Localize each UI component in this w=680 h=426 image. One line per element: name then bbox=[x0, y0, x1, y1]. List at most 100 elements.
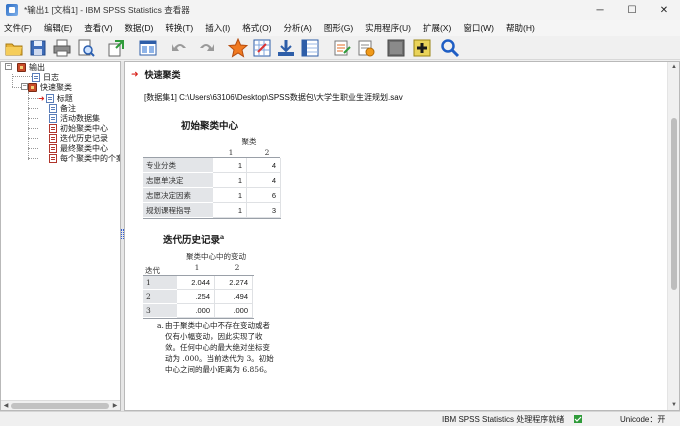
row-label: 志愿决定因素 bbox=[143, 188, 213, 203]
row-label: 1 bbox=[143, 276, 177, 290]
col-header-1: 1 bbox=[194, 263, 200, 272]
outline-pane[interactable]: − 输出 日志 − 快速聚类 ➜ 标题 备注 活动数据集 初始聚类中心 迭代历史… bbox=[0, 61, 121, 411]
row-label: 专业分类 bbox=[143, 158, 213, 173]
tree-item-iteration-history[interactable]: 迭代历史记录 bbox=[49, 133, 108, 143]
toolbar bbox=[0, 36, 680, 60]
tree-item-notes[interactable]: 备注 bbox=[49, 103, 76, 113]
output-pane[interactable]: ➜ 快速聚类 [数据集1] C:\Users\63106\Desktop\SPS… bbox=[124, 61, 680, 411]
output-vertical-scrollbar[interactable]: ▲ ▼ bbox=[667, 62, 679, 410]
processor-ready-icon bbox=[574, 415, 582, 423]
table-cell: .494 bbox=[215, 290, 253, 304]
scroll-right-arrow-icon[interactable]: ▶ bbox=[110, 401, 120, 410]
tree-collapse-procedure[interactable]: − bbox=[21, 83, 28, 90]
tree-item-quick-cluster[interactable]: 快速聚类 bbox=[28, 82, 72, 92]
table-doc-icon bbox=[49, 133, 57, 143]
footnote-marker: a. bbox=[157, 321, 164, 330]
initial-centers-group-header: 聚类 bbox=[241, 137, 257, 146]
export-icon[interactable] bbox=[106, 38, 126, 58]
table-doc-icon bbox=[49, 143, 57, 153]
window-title: *输出1 [文档1] - IBM SPSS Statistics 查看器 bbox=[24, 5, 190, 15]
dataset-path: [数据集1] C:\Users\63106\Desktop\SPSS数据包\大学… bbox=[144, 93, 403, 102]
output-scroll-thumb[interactable] bbox=[671, 118, 677, 290]
row-label: 2 bbox=[143, 290, 177, 304]
menu-file[interactable]: 文件(F) bbox=[0, 22, 40, 34]
tree-item-cases-per-cluster[interactable]: 每个聚类中的个案 bbox=[49, 153, 121, 163]
procedure-book-icon bbox=[28, 82, 37, 92]
scroll-down-arrow-icon[interactable]: ▼ bbox=[669, 400, 679, 410]
table-cell: 4 bbox=[247, 173, 281, 188]
table-cell: 1 bbox=[213, 188, 247, 203]
menu-window[interactable]: 窗口(W) bbox=[459, 22, 502, 34]
menu-help[interactable]: 帮助(H) bbox=[502, 22, 543, 34]
tree-label: 每个聚类中的个案 bbox=[60, 153, 121, 163]
table-cell: 3 bbox=[247, 203, 281, 218]
tree-collapse-output[interactable]: − bbox=[5, 63, 12, 70]
table-cell: 2.274 bbox=[215, 276, 253, 290]
iteration-group-header: 聚类中心中的变动 bbox=[186, 252, 246, 261]
outline-scroll-thumb[interactable] bbox=[11, 403, 109, 409]
tree-item-log[interactable]: 日志 bbox=[32, 72, 59, 82]
goto-case-icon[interactable] bbox=[252, 38, 272, 58]
tree-item-final-centers[interactable]: 最终聚类中心 bbox=[49, 143, 108, 153]
table-doc-icon bbox=[49, 123, 57, 133]
table-cell: 2.044 bbox=[177, 276, 215, 290]
section-title: ➜ 快速聚类 bbox=[131, 68, 181, 81]
tree-item-initial-centers[interactable]: 初始聚类中心 bbox=[49, 123, 108, 133]
title-doc-icon bbox=[45, 93, 54, 103]
undo-icon[interactable] bbox=[170, 38, 190, 58]
tree-item-active-dataset[interactable]: 活动数据集 bbox=[49, 113, 100, 123]
table-cell: 6 bbox=[247, 188, 281, 203]
tree-item-output[interactable]: 输出 bbox=[17, 62, 45, 72]
table-cell: .254 bbox=[177, 290, 215, 304]
title-bar: *输出1 [文档1] - IBM SPSS Statistics 查看器 ─ ☐… bbox=[0, 0, 680, 20]
search-icon[interactable] bbox=[440, 38, 460, 58]
table-cell: 1 bbox=[213, 203, 247, 218]
menu-bar: 文件(F) 编辑(E) 查看(V) 数据(D) 转换(T) 插入(I) 格式(O… bbox=[0, 20, 680, 36]
footnote-text: 由于聚类中心中不存在变动或者仅有小幅变动，因此实现了收敛。任何中心的最大绝对坐标… bbox=[165, 321, 274, 374]
outline-horizontal-scrollbar[interactable]: ◀ ▶ bbox=[1, 400, 120, 410]
show-hide-icon[interactable] bbox=[386, 38, 406, 58]
menu-edit[interactable]: 编辑(E) bbox=[40, 22, 80, 34]
table-cell: 1 bbox=[213, 173, 247, 188]
create-title-icon[interactable] bbox=[332, 38, 352, 58]
footnote-superscript: a bbox=[220, 232, 225, 241]
status-message: IBM SPSS Statistics 处理程序就绪 bbox=[442, 415, 565, 424]
notes-doc-icon bbox=[49, 103, 57, 113]
save-icon[interactable] bbox=[28, 38, 48, 58]
tree-item-title[interactable]: ➜ 标题 bbox=[38, 93, 73, 103]
maximize-button[interactable]: ☐ bbox=[616, 0, 648, 20]
print-preview-icon[interactable] bbox=[76, 38, 96, 58]
log-doc-icon bbox=[32, 72, 40, 82]
menu-transform[interactable]: 转换(T) bbox=[161, 22, 201, 34]
row-label: 志愿单决定 bbox=[143, 173, 213, 188]
col-header-2: 2 bbox=[264, 148, 270, 157]
minimize-button[interactable]: ─ bbox=[584, 0, 616, 20]
menu-analyze[interactable]: 分析(A) bbox=[280, 22, 320, 34]
open-icon[interactable] bbox=[4, 38, 24, 58]
output-book-icon bbox=[17, 62, 26, 72]
redo-icon[interactable] bbox=[196, 38, 216, 58]
iteration-history-title[interactable]: 迭代历史记录a bbox=[163, 232, 224, 246]
close-button[interactable]: ✕ bbox=[648, 0, 680, 20]
add-output-icon[interactable] bbox=[412, 38, 432, 58]
status-bar: IBM SPSS Statistics 处理程序就绪 Unicode：开 bbox=[0, 411, 680, 426]
menu-format[interactable]: 格式(O) bbox=[238, 22, 279, 34]
print-icon[interactable] bbox=[52, 38, 72, 58]
insert-table-icon[interactable] bbox=[356, 38, 376, 58]
menu-extensions[interactable]: 扩展(X) bbox=[419, 22, 459, 34]
menu-insert[interactable]: 插入(I) bbox=[201, 22, 238, 34]
iteration-history-title-text: 迭代历史记录 bbox=[163, 235, 221, 246]
variables-icon[interactable] bbox=[300, 38, 320, 58]
menu-utilities[interactable]: 实用程序(U) bbox=[361, 22, 419, 34]
menu-view[interactable]: 查看(V) bbox=[80, 22, 120, 34]
scroll-left-arrow-icon[interactable]: ◀ bbox=[1, 401, 11, 410]
col-header-1: 1 bbox=[228, 148, 234, 157]
menu-graphs[interactable]: 图形(G) bbox=[320, 22, 361, 34]
goto-variable-icon[interactable] bbox=[276, 38, 296, 58]
unicode-status: Unicode：开 bbox=[620, 415, 666, 424]
menu-data[interactable]: 数据(D) bbox=[121, 22, 162, 34]
recall-dialog-icon[interactable] bbox=[138, 38, 158, 58]
goto-data-icon[interactable] bbox=[228, 38, 248, 58]
scroll-up-arrow-icon[interactable]: ▲ bbox=[669, 62, 679, 72]
initial-centers-title[interactable]: 初始聚类中心 bbox=[181, 118, 238, 132]
